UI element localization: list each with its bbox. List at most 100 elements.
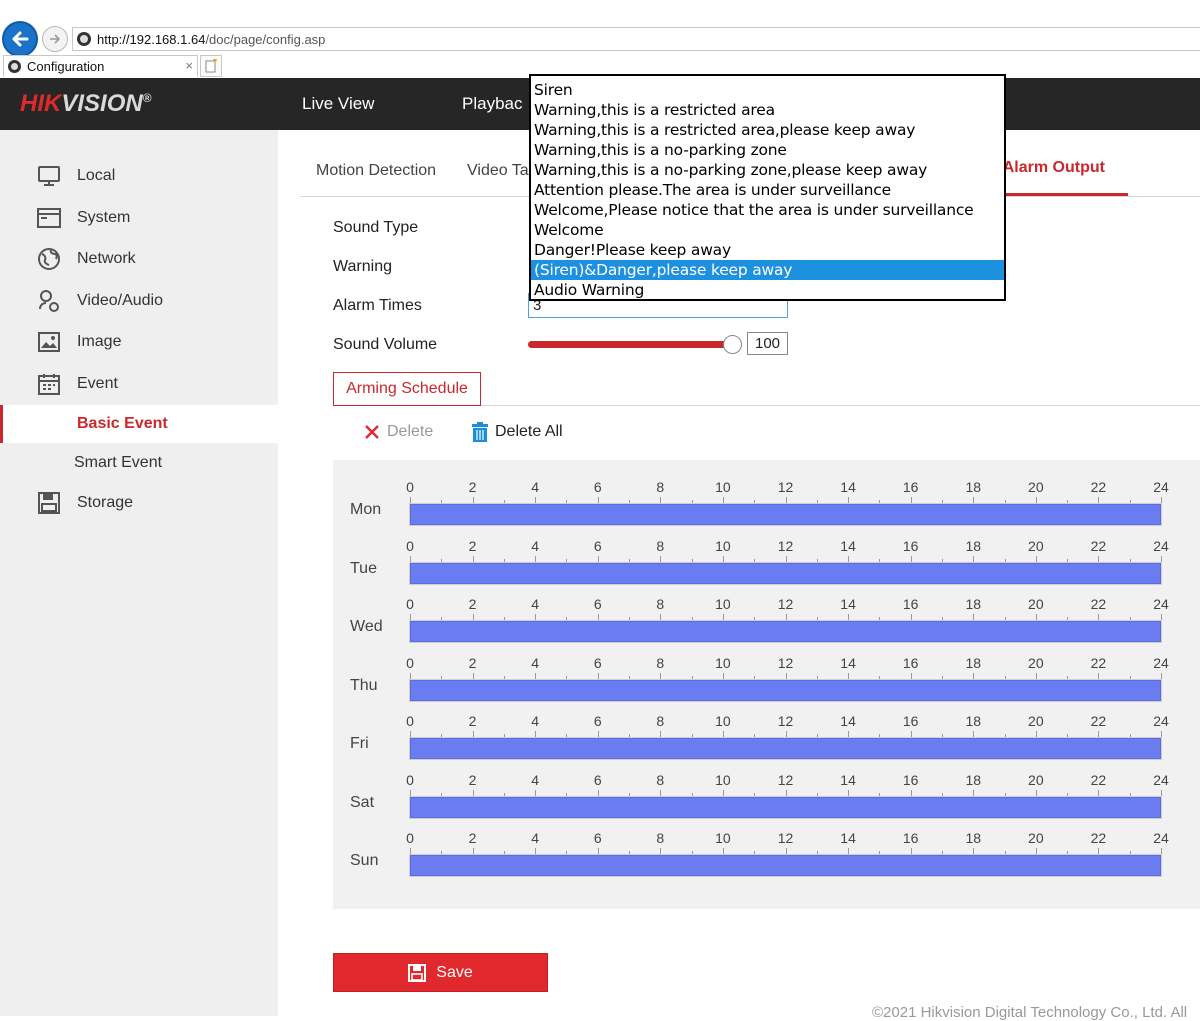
dropdown-option[interactable]: Audio Warning bbox=[531, 280, 1004, 300]
day-label: Sun bbox=[350, 852, 379, 869]
schedule-row-sat[interactable]: Sat 0 2 4 6 8 10 12 14 16 18 20 22 24 bbox=[333, 770, 1200, 828]
arming-schedule-tab[interactable]: Arming Schedule bbox=[333, 372, 481, 406]
sidebar-item-label: Storage bbox=[77, 494, 134, 511]
hour-tick-label: 4 bbox=[531, 537, 540, 554]
schedule-time-bar[interactable] bbox=[410, 796, 1161, 818]
hour-tick-label: 0 bbox=[406, 596, 414, 612]
globe-icon bbox=[37, 247, 61, 271]
sidebar-item-local[interactable]: Local bbox=[0, 156, 278, 196]
hour-tick-label: 10 bbox=[715, 537, 731, 554]
schedule-time-bar[interactable] bbox=[410, 855, 1161, 876]
schedule-row-thu[interactable]: Thu 0 2 4 6 8 10 12 14 16 18 20 22 24 bbox=[333, 653, 1200, 711]
forward-button[interactable] bbox=[42, 26, 68, 52]
address-bar[interactable]: http://192.168.1.64/doc/page/config.asp bbox=[72, 27, 1200, 51]
hour-tick-label: 12 bbox=[777, 713, 794, 729]
hour-tick-label: 18 bbox=[965, 537, 982, 554]
dropdown-option[interactable]: Warning,this is a restricted area bbox=[531, 100, 1004, 120]
new-tab-icon bbox=[205, 59, 217, 73]
sidebar-item-storage[interactable]: Storage bbox=[0, 483, 278, 523]
schedule-row-sun[interactable]: Sun 0 2 4 6 8 10 12 14 16 18 20 22 24 bbox=[333, 828, 1200, 886]
hour-tick-label: 2 bbox=[468, 479, 477, 495]
schedule-row-tue[interactable]: Tue 0 2 4 6 8 10 12 14 16 18 20 22 24 bbox=[333, 536, 1200, 594]
hour-tick-label: 20 bbox=[1028, 596, 1044, 612]
dropdown-option[interactable]: Welcome,Please notice that the area is u… bbox=[531, 200, 1004, 220]
sound-volume-label: Sound Volume bbox=[333, 336, 438, 353]
hour-tick-label: 16 bbox=[902, 654, 919, 671]
hour-tick-label: 16 bbox=[902, 771, 919, 788]
browser-tab[interactable]: Configuration × bbox=[3, 55, 198, 77]
hour-tick-label: 12 bbox=[777, 771, 794, 788]
schedule-time-bar[interactable] bbox=[410, 738, 1161, 759]
delete-all-button[interactable]: Delete All bbox=[471, 422, 563, 442]
back-button[interactable] bbox=[2, 21, 38, 57]
hour-tick-label: 18 bbox=[965, 771, 982, 788]
hour-tick-label: 14 bbox=[840, 771, 856, 788]
sidebar-item-network[interactable]: Network bbox=[0, 239, 278, 279]
save-label: Save bbox=[436, 963, 473, 981]
day-label: Mon bbox=[350, 501, 382, 518]
dropdown-option[interactable]: (Siren)&Danger,please keep away bbox=[531, 260, 1004, 280]
hour-tick-label: 6 bbox=[593, 479, 602, 495]
hour-tick-label: 24 bbox=[1153, 654, 1169, 671]
warning-dropdown-list[interactable]: Siren Warning,this is a restricted area Wa… bbox=[529, 74, 1006, 301]
schedule-time-bar[interactable] bbox=[410, 621, 1161, 642]
hikvision-logo: HIKVISION® bbox=[20, 90, 152, 117]
active-tab-indicator bbox=[990, 193, 1128, 196]
sound-volume-slider[interactable] bbox=[528, 341, 734, 348]
hour-tick-label: 18 bbox=[965, 654, 982, 671]
hour-tick-label: 24 bbox=[1153, 771, 1169, 788]
day-label: Sat bbox=[350, 793, 375, 811]
sidebar-item-label: Event bbox=[77, 375, 118, 392]
url-host: http://192.168.1.64 bbox=[97, 31, 206, 47]
tab-motion-detection[interactable]: Motion Detection bbox=[316, 162, 436, 180]
sidebar-item-image[interactable]: Image bbox=[0, 322, 278, 362]
hour-tick-label: 16 bbox=[902, 596, 919, 612]
warning-label: Warning bbox=[333, 258, 392, 275]
hour-tick-label: 12 bbox=[777, 479, 794, 495]
dropdown-option[interactable]: Attention please.The area is under surve… bbox=[531, 180, 1004, 200]
hour-tick-label: 22 bbox=[1090, 654, 1107, 671]
new-tab-button[interactable] bbox=[200, 55, 222, 77]
hour-tick-label: 8 bbox=[656, 479, 665, 495]
schedule-row-wed[interactable]: Wed 0 2 4 6 8 10 12 14 16 18 20 22 24 bbox=[333, 594, 1200, 652]
system-icon bbox=[37, 206, 61, 230]
save-button[interactable]: Save bbox=[333, 953, 548, 992]
schedule-row-mon[interactable]: Mon 0 2 4 6 8 10 12 14 16 18 20 22 24 bbox=[333, 477, 1200, 535]
copyright-footer: ©2021 Hikvision Digital Technology Co., … bbox=[872, 1004, 1188, 1021]
sidebar-subitem-smart-event[interactable]: Smart Event bbox=[0, 444, 278, 482]
tab-alarm-output[interactable]: e Alarm Output bbox=[990, 159, 1105, 177]
dropdown-option[interactable]: Danger!Please keep away bbox=[531, 240, 1004, 260]
dropdown-option[interactable]: Warning,this is a no-parking zone,please… bbox=[531, 160, 1004, 180]
sound-volume-value[interactable]: 100 bbox=[747, 332, 788, 355]
dropdown-option[interactable]: Siren bbox=[531, 80, 1004, 100]
hour-tick-label: 8 bbox=[656, 537, 665, 554]
nav-playback[interactable]: Playbac bbox=[462, 78, 522, 130]
dropdown-option[interactable]: Welcome bbox=[531, 220, 1004, 240]
hour-tick-label: 20 bbox=[1028, 771, 1044, 788]
sidebar-item-system[interactable]: System bbox=[0, 198, 278, 238]
close-icon bbox=[363, 422, 381, 442]
trash-icon bbox=[471, 422, 489, 442]
schedule-time-bar[interactable] bbox=[410, 679, 1161, 701]
hour-tick-label: 4 bbox=[531, 479, 540, 495]
schedule-row-fri[interactable]: Fri 0 2 4 6 8 10 12 14 16 18 20 22 24 bbox=[333, 711, 1200, 769]
nav-live-view[interactable]: Live View bbox=[302, 78, 374, 130]
sound-volume-slider-thumb[interactable] bbox=[723, 335, 742, 354]
sidebar-item-video-audio[interactable]: Video/Audio bbox=[0, 281, 278, 321]
delete-button[interactable]: Delete bbox=[363, 422, 433, 442]
sidebar-item-event[interactable]: Event bbox=[0, 364, 278, 404]
dropdown-option[interactable]: Warning,this is a restricted area,please… bbox=[531, 120, 1004, 140]
hour-tick-label: 14 bbox=[840, 537, 856, 554]
hour-tick-label: 4 bbox=[531, 654, 540, 671]
sidebar-subitem-basic-event[interactable]: Basic Event bbox=[0, 405, 278, 443]
schedule-time-bar[interactable] bbox=[410, 504, 1161, 525]
arming-schedule-grid[interactable]: Mon 0 2 4 6 8 10 12 14 16 18 20 22 24 Tue 0 2 4 6 8 10 12 14 16… bbox=[333, 460, 1200, 909]
hour-tick-label: 6 bbox=[593, 654, 602, 671]
schedule-time-bar[interactable] bbox=[410, 562, 1161, 584]
hour-tick-label: 4 bbox=[531, 771, 540, 788]
dropdown-option[interactable]: Warning,this is a no-parking zone bbox=[531, 140, 1004, 160]
tab-video-tampering[interactable]: Video Ta bbox=[467, 162, 529, 180]
hour-tick-label: 4 bbox=[531, 713, 540, 729]
tab-close-icon[interactable]: × bbox=[185, 58, 193, 73]
storage-icon bbox=[37, 491, 61, 515]
